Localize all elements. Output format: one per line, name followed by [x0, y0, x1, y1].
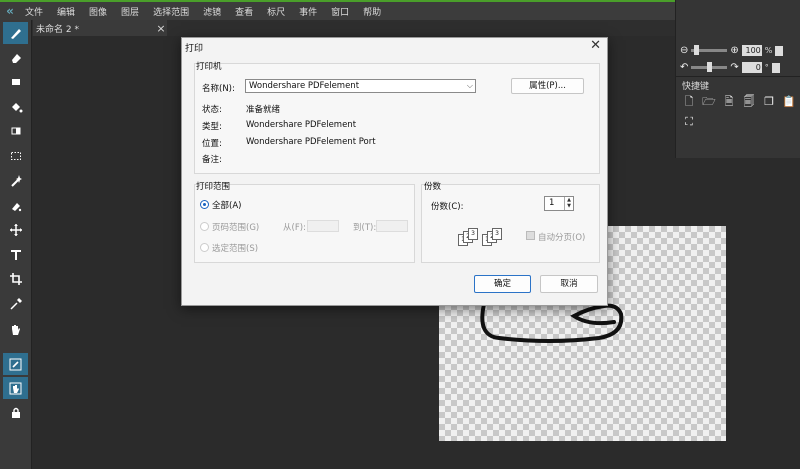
zoom-fit-icon[interactable] [775, 45, 784, 56]
comment-label: 备注: [202, 155, 222, 165]
pages-label: 页码范围(G) [212, 223, 260, 233]
new-file-icon[interactable]: 🗋 [682, 95, 696, 109]
copies-label: 份数(C): [431, 202, 464, 212]
rotate-reset-icon[interactable] [771, 62, 780, 73]
all-label: 全部(A) [212, 201, 242, 211]
app-logo-icon[interactable]: « [2, 3, 18, 19]
rotate-row: ↶ ↷ 0 ° [680, 62, 780, 73]
print-range-label: 打印范围 [196, 182, 231, 192]
shortcuts-label: 快捷键 [682, 82, 710, 92]
from-label: 从(F): [283, 223, 306, 233]
collate-illustration: 123 123 [458, 228, 503, 248]
rotate-input[interactable]: 0 [741, 62, 762, 73]
tab-title: 未命名 2 * [36, 24, 79, 35]
zoom-in-icon[interactable]: ⊕ [730, 45, 738, 56]
panel-divider [676, 76, 800, 77]
cancel-button[interactable]: 取消 [540, 275, 598, 293]
rectangle-tool-icon[interactable] [3, 71, 28, 93]
menu-select[interactable]: 选择范围 [146, 5, 196, 18]
type-label: 类型: [202, 122, 222, 132]
menu-layer[interactable]: 图层 [114, 5, 146, 18]
brush-tool-icon[interactable] [3, 22, 28, 44]
status-label: 状态: [202, 105, 222, 115]
ok-button[interactable]: 确定 [474, 275, 531, 293]
menu-window[interactable]: 窗口 [324, 5, 356, 18]
zoom-out-icon[interactable]: ⊖ [680, 45, 688, 56]
printer-name-value: Wondershare PDFelement [249, 81, 360, 91]
tab-close-icon[interactable]: × [155, 22, 167, 35]
foreground-mode-icon[interactable] [3, 353, 28, 375]
rotate-left-icon[interactable]: ↶ [680, 62, 688, 73]
fill-tool-icon[interactable] [3, 96, 28, 118]
type-value: Wondershare PDFelement [246, 120, 357, 130]
menu-filter[interactable]: 滤镜 [196, 5, 228, 18]
tab-strip: 未命名 2 * × [30, 20, 675, 36]
rotate-unit: ° [764, 63, 769, 72]
screenshot-icon[interactable]: ⛶ [682, 115, 696, 129]
properties-button[interactable]: 属性(P)... [511, 78, 584, 94]
dialog-title: 打印 [185, 44, 204, 54]
menu-help[interactable]: 帮助 [356, 5, 388, 18]
zoom-unit: % [764, 46, 773, 55]
all-radio[interactable] [200, 200, 209, 209]
menu-view[interactable]: 查看 [228, 5, 260, 18]
menu-file[interactable]: 文件 [18, 5, 50, 18]
eyedropper-tool-icon[interactable] [3, 293, 28, 315]
marquee-tool-icon[interactable] [3, 145, 28, 167]
paste-icon[interactable]: 📋 [782, 95, 796, 109]
zoom-input[interactable]: 100 [741, 45, 762, 56]
gradient-tool-icon[interactable] [3, 120, 28, 142]
dialog-close-icon[interactable]: ✕ [590, 38, 601, 53]
background-mode-icon[interactable] [3, 377, 28, 399]
clone-tool-icon[interactable] [3, 195, 28, 217]
tab-document[interactable]: 未命名 2 * × [33, 20, 167, 36]
rotate-right-icon[interactable]: ↷ [730, 62, 738, 73]
menu-ruler[interactable]: 标尺 [260, 5, 292, 18]
menu-event[interactable]: 事件 [292, 5, 324, 18]
hand-tool-icon[interactable] [3, 318, 28, 340]
to-label: 到(T): [353, 223, 377, 233]
copy-icon[interactable]: ❐ [762, 95, 776, 109]
status-value: 准备就绪 [246, 105, 281, 115]
menu-image[interactable]: 图像 [82, 5, 114, 18]
zoom-slider[interactable] [691, 45, 728, 55]
move-tool-icon[interactable] [3, 219, 28, 241]
right-panel: ⊖ ⊕ 100 % ↶ ↷ 0 ° 快捷键 🗋 🗁 🗎 🗐 ❐ 📋 ⛶ [675, 0, 800, 158]
shortcuts-grid: 🗋 🗁 🗎 🗐 ❐ 📋 ⛶ [682, 95, 800, 129]
from-input[interactable] [307, 220, 339, 232]
selection-radio[interactable] [200, 243, 209, 252]
menu-edit[interactable]: 编辑 [50, 5, 82, 18]
copies-value: 1 [549, 198, 555, 208]
location-value: Wondershare PDFelement Port [246, 137, 376, 147]
zoom-row: ⊖ ⊕ 100 % [680, 45, 784, 56]
stepper-arrows-icon[interactable]: ▲ ▼ [564, 197, 573, 210]
print-dialog: 打印 ✕ 打印机 名称(N): Wondershare PDFelement ⌵… [181, 37, 608, 306]
printer-group-label: 打印机 [196, 62, 222, 72]
printer-name-select[interactable]: Wondershare PDFelement ⌵ [245, 79, 476, 93]
eraser-tool-icon[interactable] [3, 47, 28, 69]
text-tool-icon[interactable] [3, 244, 28, 266]
location-label: 位置: [202, 139, 222, 149]
rotate-slider[interactable] [691, 62, 728, 72]
save-as-icon[interactable]: 🗐 [742, 95, 756, 109]
tool-bar [0, 20, 32, 469]
collate-checkbox[interactable] [526, 231, 535, 240]
menu-bar: « 文件 编辑 图像 图层 选择范围 滤镜 查看 标尺 事件 窗口 帮助 [0, 0, 675, 20]
magic-wand-tool-icon[interactable] [3, 170, 28, 192]
copies-stepper[interactable]: 1 ▲ ▼ [544, 196, 574, 211]
name-label: 名称(N): [202, 84, 235, 94]
collate-label: 自动分页(O) [538, 233, 586, 243]
selection-label: 选定范围(S) [212, 244, 259, 254]
to-input[interactable] [376, 220, 408, 232]
pages-radio[interactable] [200, 222, 209, 231]
copies-group-label: 份数 [424, 182, 442, 192]
save-icon[interactable]: 🗎 [722, 95, 736, 109]
crop-tool-icon[interactable] [3, 268, 28, 290]
lock-icon[interactable] [3, 402, 28, 424]
chevron-down-icon: ⌵ [466, 81, 473, 90]
open-folder-icon[interactable]: 🗁 [702, 95, 716, 109]
